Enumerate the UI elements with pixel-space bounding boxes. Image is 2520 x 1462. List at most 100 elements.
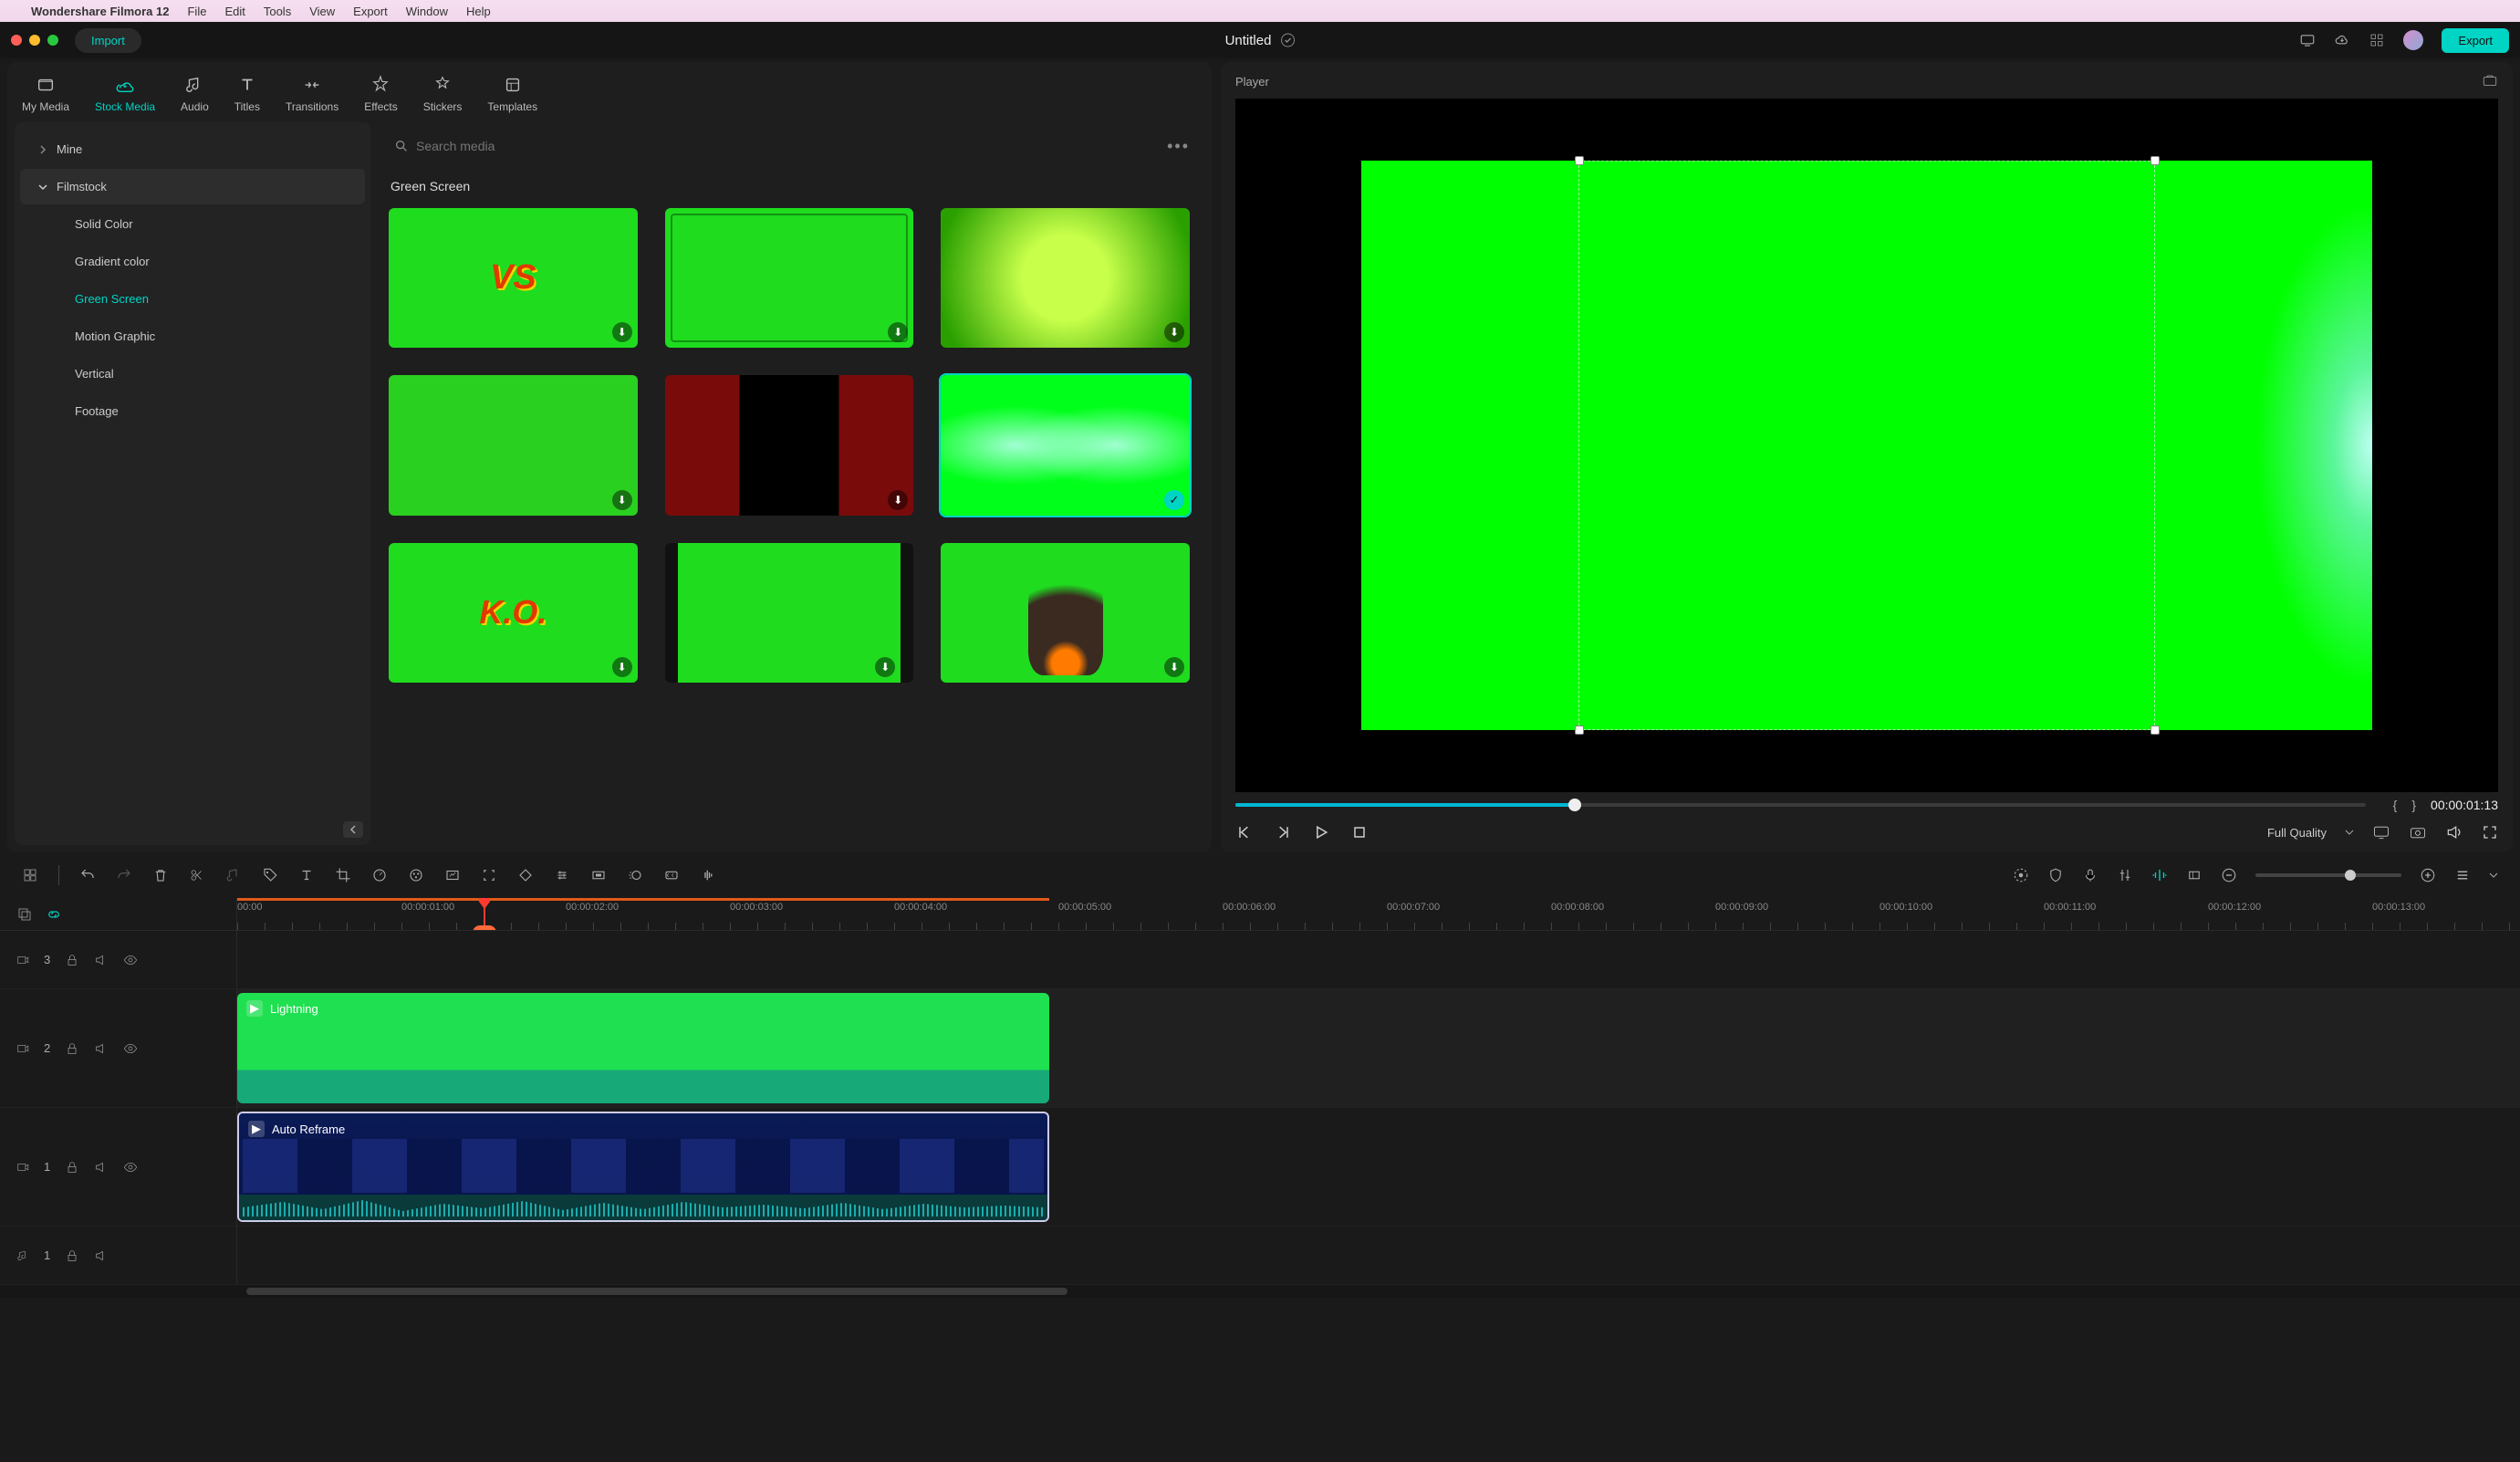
redo-icon[interactable] xyxy=(116,867,132,883)
delete-icon[interactable] xyxy=(152,867,169,883)
tab-titles[interactable]: Titles xyxy=(234,75,260,113)
visibility-icon[interactable] xyxy=(123,953,138,967)
adjust-icon[interactable] xyxy=(554,867,570,883)
clip-auto-reframe[interactable]: ▶Auto Reframe xyxy=(237,1112,1049,1222)
media-thumb[interactable]: ⬇ xyxy=(389,543,638,683)
download-icon[interactable]: ⬇ xyxy=(612,322,632,342)
chevron-down-icon[interactable] xyxy=(2489,871,2498,880)
download-icon[interactable]: ⬇ xyxy=(1164,322,1184,342)
tab-templates[interactable]: Templates xyxy=(487,75,537,113)
tab-my-media[interactable]: My Media xyxy=(22,75,69,113)
next-frame-button[interactable] xyxy=(1274,823,1292,841)
work-area-bar[interactable] xyxy=(237,898,1049,901)
auto-ripple-icon[interactable] xyxy=(2151,867,2168,883)
media-thumb[interactable]: ⬇ xyxy=(665,543,914,683)
sidebar-solid-color[interactable]: Solid Color xyxy=(20,206,365,242)
markers-icon[interactable] xyxy=(2186,867,2202,883)
voiceover-icon[interactable] xyxy=(2082,867,2098,883)
search-input[interactable] xyxy=(389,133,588,159)
snapshot-icon[interactable] xyxy=(2409,823,2427,841)
guide-handle[interactable] xyxy=(2150,156,2160,165)
color-icon[interactable] xyxy=(408,867,424,883)
clip-lightning[interactable]: ▶Lightning xyxy=(237,993,1049,1103)
audio-waveform-icon[interactable] xyxy=(700,867,716,883)
close-window[interactable] xyxy=(11,35,22,46)
tag-icon[interactable] xyxy=(262,867,278,883)
media-thumb[interactable]: ⬇ xyxy=(941,208,1190,348)
menu-export[interactable]: Export xyxy=(353,5,388,18)
media-thumb[interactable]: ⬇ xyxy=(941,543,1190,683)
timeline-ruler[interactable]: 00:0000:00:01:0000:00:02:0000:00:03:0000… xyxy=(237,898,2520,930)
media-thumb[interactable]: ⬇ xyxy=(665,375,914,515)
tab-stickers[interactable]: Stickers xyxy=(423,75,463,113)
download-icon[interactable]: ⬇ xyxy=(875,657,895,677)
greenscreen-tool-icon[interactable] xyxy=(444,867,461,883)
tab-audio[interactable]: Audio xyxy=(181,75,209,113)
keyframe-icon[interactable] xyxy=(517,867,534,883)
lock-icon[interactable] xyxy=(65,1248,79,1263)
play-button[interactable] xyxy=(1312,823,1330,841)
sidebar-vertical[interactable]: Vertical xyxy=(20,356,365,392)
download-icon[interactable]: ⬇ xyxy=(888,322,908,342)
mute-icon[interactable] xyxy=(94,1041,109,1056)
media-thumb[interactable]: ⬇ xyxy=(389,208,638,348)
app-name[interactable]: Wondershare Filmora 12 xyxy=(31,5,169,18)
timeline-scrollbar[interactable] xyxy=(0,1285,2520,1298)
render-icon[interactable] xyxy=(2013,867,2029,883)
zoom-slider[interactable] xyxy=(2255,873,2401,877)
media-thumb[interactable]: ⬇ xyxy=(665,208,914,348)
mark-out-icon[interactable]: } xyxy=(2411,798,2416,812)
focus-icon[interactable] xyxy=(481,867,497,883)
download-icon[interactable]: ⬇ xyxy=(612,657,632,677)
maximize-window[interactable] xyxy=(47,35,58,46)
zoom-in-icon[interactable] xyxy=(2420,867,2436,883)
shield-icon[interactable] xyxy=(2047,867,2064,883)
player-progress[interactable]: { } 00:00:01:13 xyxy=(1235,792,2498,818)
audio-mixer-icon[interactable] xyxy=(2117,867,2133,883)
more-options-button[interactable]: ••• xyxy=(1167,137,1190,156)
menu-file[interactable]: File xyxy=(187,5,206,18)
undo-icon[interactable] xyxy=(79,867,96,883)
download-icon[interactable]: ⬇ xyxy=(1164,657,1184,677)
chevron-down-icon[interactable] xyxy=(2345,828,2354,837)
sidebar-motion-graphic[interactable]: Motion Graphic xyxy=(20,319,365,354)
playback-quality[interactable]: Full Quality xyxy=(2267,826,2327,840)
sidebar-filmstock[interactable]: Filmstock xyxy=(20,169,365,204)
speed-icon[interactable] xyxy=(371,867,388,883)
zoom-out-icon[interactable] xyxy=(2221,867,2237,883)
mute-icon[interactable] xyxy=(94,953,109,967)
menu-window[interactable]: Window xyxy=(406,5,448,18)
download-icon[interactable]: ⬇ xyxy=(612,490,632,510)
mask-tool-icon[interactable] xyxy=(590,867,607,883)
guide-handle[interactable] xyxy=(1575,156,1584,165)
mute-icon[interactable] xyxy=(94,1160,109,1175)
split-at-playhead-button[interactable] xyxy=(473,925,496,930)
user-avatar[interactable] xyxy=(2403,30,2423,50)
track-size-icon[interactable] xyxy=(2454,867,2471,883)
import-button[interactable]: Import xyxy=(75,28,141,53)
visibility-icon[interactable] xyxy=(123,1041,138,1056)
sidebar-green-screen[interactable]: Green Screen xyxy=(20,281,365,317)
cloud-icon[interactable] xyxy=(2334,32,2350,48)
menu-tools[interactable]: Tools xyxy=(264,5,291,18)
add-track-icon[interactable] xyxy=(16,906,33,923)
snapshot-settings-icon[interactable] xyxy=(2482,73,2498,89)
mark-in-icon[interactable]: { xyxy=(2393,798,2398,812)
guide-handle[interactable] xyxy=(2150,726,2160,735)
fullscreen-icon[interactable] xyxy=(2482,824,2498,841)
motion-icon[interactable] xyxy=(627,867,643,883)
menu-help[interactable]: Help xyxy=(466,5,491,18)
sidebar-mine[interactable]: Mine xyxy=(20,131,365,167)
minimize-window[interactable] xyxy=(29,35,40,46)
sidebar-footage[interactable]: Footage xyxy=(20,393,365,429)
lock-icon[interactable] xyxy=(65,1160,79,1175)
player-canvas[interactable] xyxy=(1361,161,2372,730)
link-icon[interactable] xyxy=(46,906,62,923)
text-icon[interactable] xyxy=(298,867,315,883)
visibility-icon[interactable] xyxy=(123,1160,138,1175)
sidebar-collapse-button[interactable] xyxy=(343,821,363,838)
player-viewport[interactable] xyxy=(1235,99,2498,792)
mute-icon[interactable] xyxy=(94,1248,109,1263)
tab-effects[interactable]: Effects xyxy=(364,75,397,113)
export-button[interactable]: Export xyxy=(2442,28,2509,53)
